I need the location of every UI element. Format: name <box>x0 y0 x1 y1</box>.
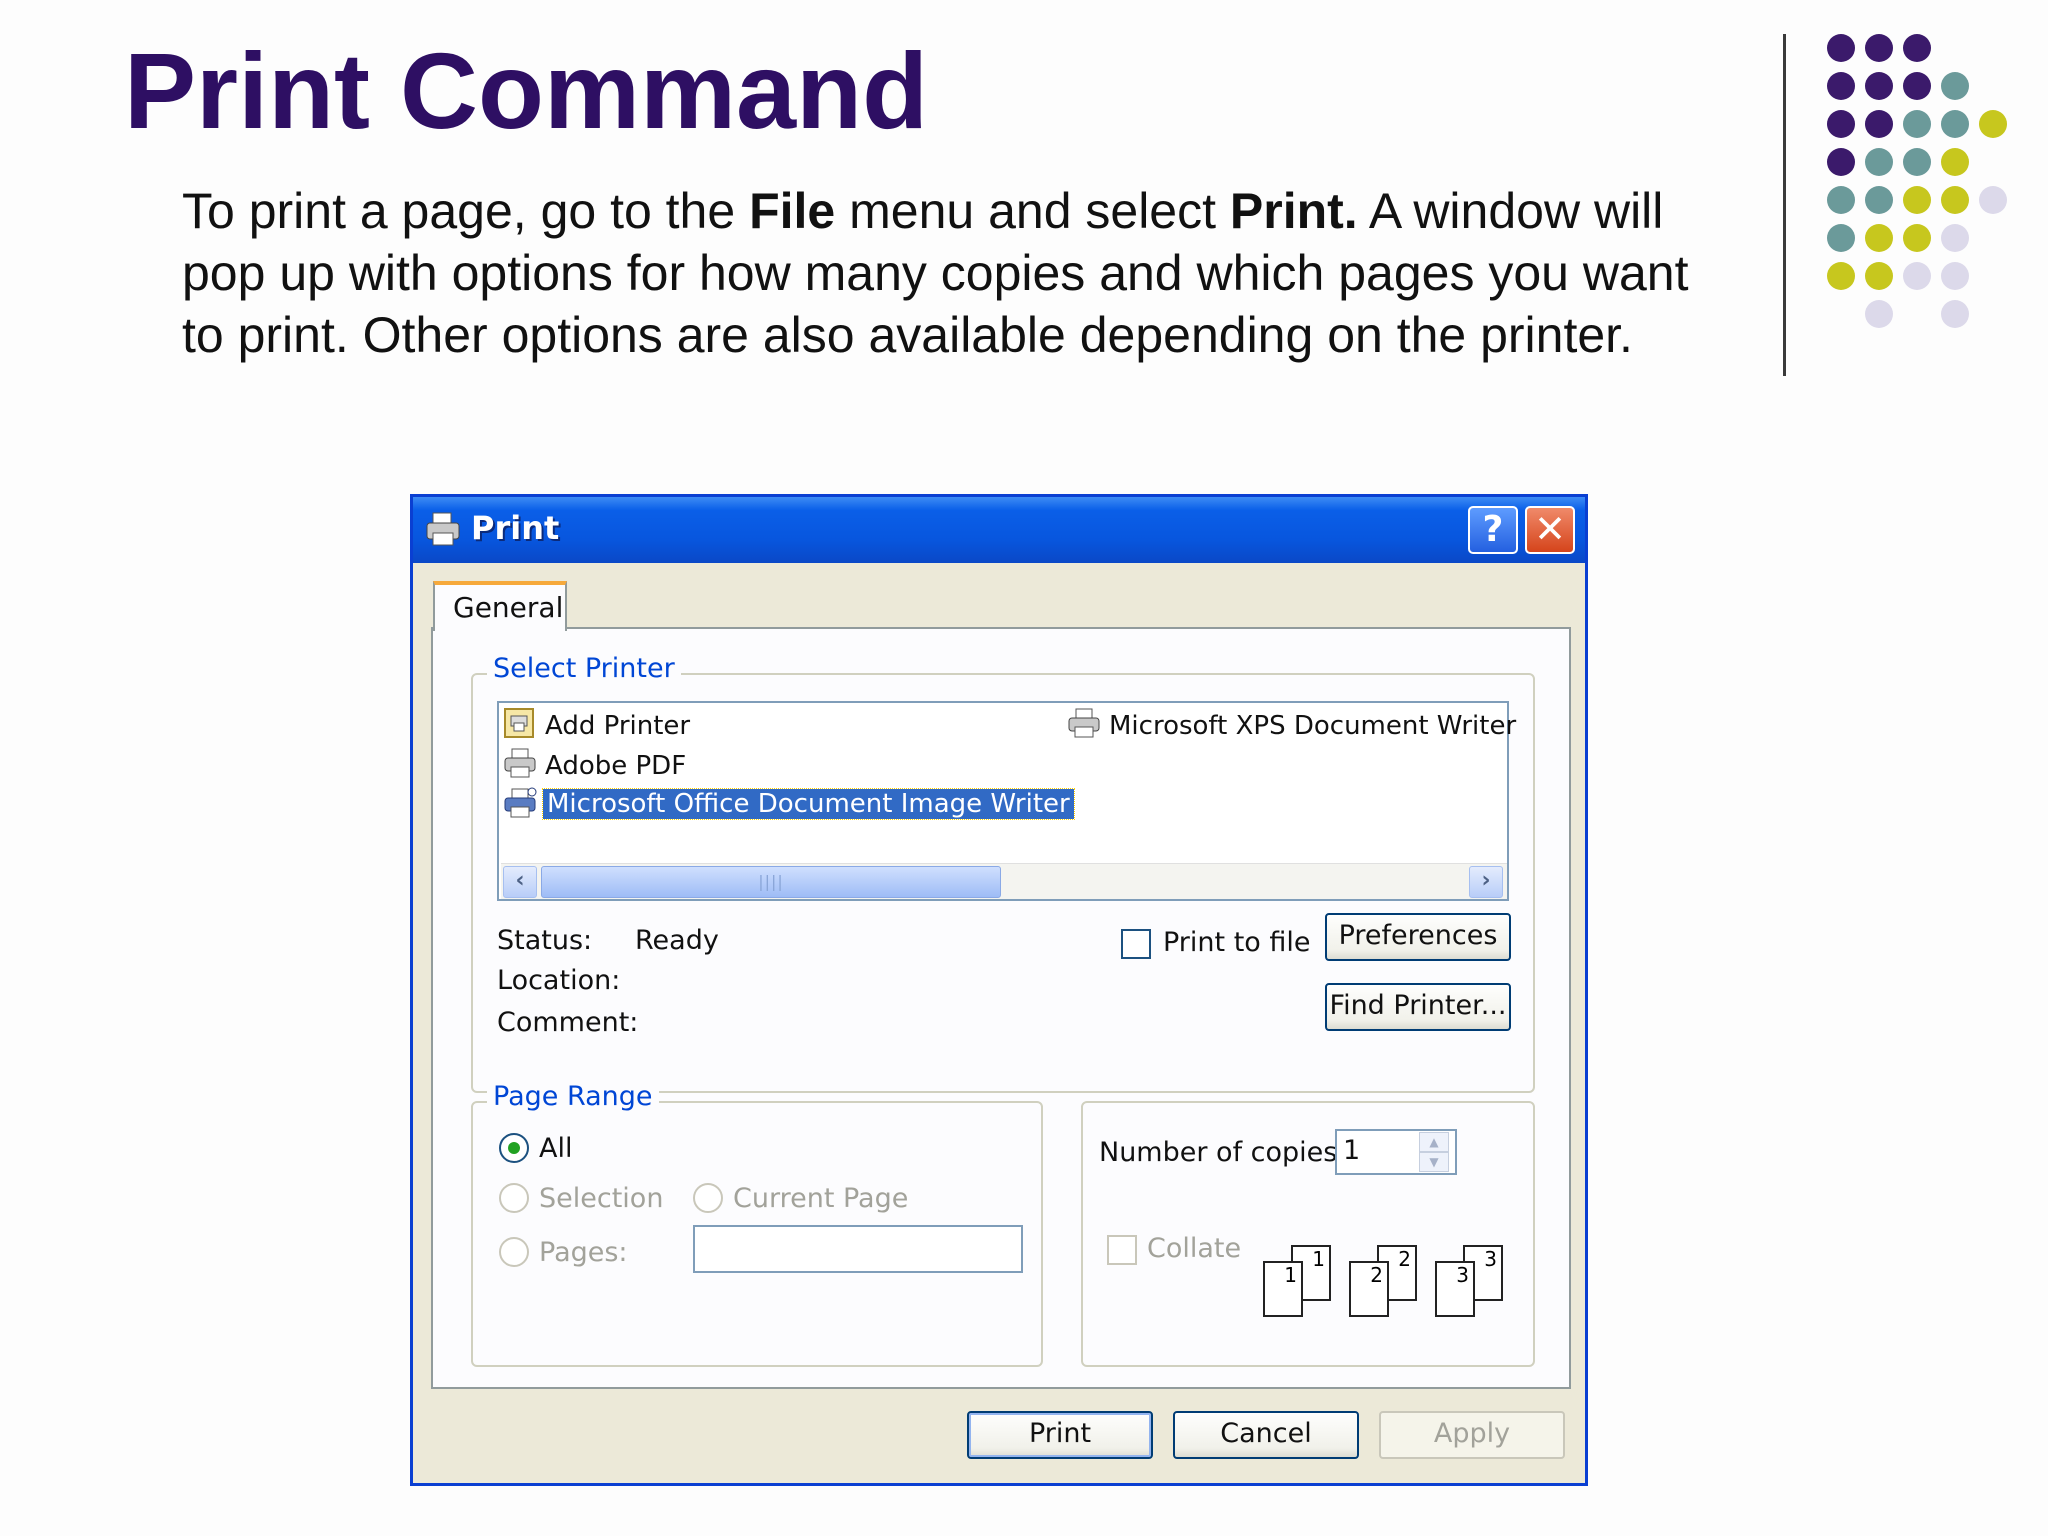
decorative-dot <box>1903 224 1931 252</box>
location-label: Location: <box>497 965 621 996</box>
print-to-file-label: Print to file <box>1163 927 1311 958</box>
printer-item-ms-office-image-writer[interactable]: Microsoft Office Document Image Writer <box>542 788 1075 820</box>
decorative-dot <box>1941 224 1969 252</box>
radio-pages-label: Pages: <box>539 1237 628 1268</box>
printer-list-scrollbar[interactable]: ‹ |||| › <box>501 863 1507 899</box>
tab-panel-general: Select Printer Add Printer Adobe PDF Mic… <box>431 627 1571 1389</box>
comment-label: Comment: <box>497 1007 639 1038</box>
decorative-dot <box>1827 72 1855 100</box>
printer-icon <box>504 787 537 818</box>
decorative-dot <box>1941 186 1969 214</box>
decorative-dot <box>1865 224 1893 252</box>
printer-item-adobe-pdf[interactable]: Adobe PDF <box>545 751 686 781</box>
find-printer-button[interactable]: Find Printer... <box>1325 983 1511 1031</box>
close-button[interactable]: ✕ <box>1525 506 1575 554</box>
decorative-dot <box>1979 186 2007 214</box>
slide-title: Print Command <box>124 30 929 151</box>
status-label: Status: <box>497 925 593 956</box>
apply-button[interactable]: Apply <box>1379 1411 1565 1459</box>
select-printer-group: Select Printer Add Printer Adobe PDF Mic… <box>471 653 1535 1093</box>
help-button[interactable]: ? <box>1468 506 1518 554</box>
tab-general[interactable]: General <box>433 581 567 631</box>
printer-icon <box>426 512 460 546</box>
status-value: Ready <box>635 925 719 956</box>
decorative-dot <box>1903 186 1931 214</box>
collate-label: Collate <box>1147 1233 1242 1264</box>
radio-selection[interactable] <box>499 1183 529 1213</box>
decorative-dot <box>1903 34 1931 62</box>
decorative-dot <box>1865 72 1893 100</box>
dialog-titlebar[interactable]: Print ? ✕ <box>413 497 1585 563</box>
decorative-dot <box>1865 34 1893 62</box>
decorative-dot <box>1865 186 1893 214</box>
radio-current-page-label: Current Page <box>733 1183 909 1214</box>
print-button[interactable]: Print <box>967 1411 1153 1459</box>
copies-value: 1 <box>1343 1135 1361 1166</box>
copies-input[interactable]: 1 ▲ ▼ <box>1335 1129 1457 1175</box>
spin-down-icon[interactable]: ▼ <box>1419 1152 1449 1172</box>
printer-icon <box>1068 708 1100 738</box>
dialog-title: Print <box>471 509 560 547</box>
decorative-dot <box>1827 224 1855 252</box>
decorative-dot <box>1941 262 1969 290</box>
decorative-dot <box>1941 110 1969 138</box>
cancel-button[interactable]: Cancel <box>1173 1411 1359 1459</box>
printer-item-add-printer[interactable]: Add Printer <box>545 711 690 741</box>
decorative-dot <box>1903 148 1931 176</box>
radio-pages[interactable] <box>499 1237 529 1267</box>
decorative-dot <box>1903 72 1931 100</box>
slide-paragraph: To print a page, go to the File menu and… <box>182 183 1689 363</box>
decorative-dot <box>1979 110 2007 138</box>
decorative-dot <box>1865 262 1893 290</box>
scrollbar-thumb[interactable]: |||| <box>541 866 1001 898</box>
collate-page: 2 <box>1349 1261 1389 1317</box>
printer-icon <box>504 748 536 778</box>
collate-checkbox[interactable] <box>1107 1235 1137 1265</box>
decorative-dot <box>1903 262 1931 290</box>
add-printer-icon <box>504 708 534 738</box>
decorative-dot <box>1827 262 1855 290</box>
spin-up-icon[interactable]: ▲ <box>1419 1132 1449 1152</box>
decorative-dot <box>1865 148 1893 176</box>
copies-group: Number of copies: 1 ▲ ▼ Collate 1 1 2 2 … <box>1081 1101 1535 1367</box>
scroll-right-icon[interactable]: › <box>1469 866 1503 898</box>
select-printer-legend: Select Printer <box>487 653 681 684</box>
printer-list[interactable]: Add Printer Adobe PDF Microsoft Office D… <box>497 701 1516 901</box>
print-to-file-checkbox[interactable] <box>1121 929 1151 959</box>
number-of-copies-label: Number of copies: <box>1099 1137 1347 1168</box>
radio-all-label: All <box>539 1133 573 1164</box>
collate-page: 1 <box>1263 1261 1303 1317</box>
decorative-dot <box>1827 148 1855 176</box>
decorative-dot <box>1827 110 1855 138</box>
decorative-dot <box>1941 148 1969 176</box>
decorative-dot <box>1827 34 1855 62</box>
decorative-dot <box>1903 110 1931 138</box>
radio-selection-label: Selection <box>539 1183 664 1214</box>
page-range-group: Page Range All Selection Current Page Pa… <box>471 1081 1043 1367</box>
pages-input[interactable] <box>693 1225 1023 1273</box>
radio-current-page[interactable] <box>693 1183 723 1213</box>
scroll-left-icon[interactable]: ‹ <box>503 866 537 898</box>
print-dialog: Print ? ✕ General Select Printer Add Pri… <box>410 494 1588 1486</box>
preferences-button[interactable]: Preferences <box>1325 913 1511 961</box>
printer-item-ms-xps-writer[interactable]: Microsoft XPS Document Writer <box>1109 711 1516 741</box>
decorative-dot <box>1941 300 1969 328</box>
decorative-dot <box>1827 186 1855 214</box>
decorative-dot <box>1941 72 1969 100</box>
radio-all[interactable] <box>499 1133 529 1163</box>
collate-page: 3 <box>1435 1261 1475 1317</box>
decorative-dot <box>1865 300 1893 328</box>
copies-spinner[interactable]: ▲ ▼ <box>1419 1132 1449 1172</box>
decorative-dot <box>1865 110 1893 138</box>
decorative-divider <box>1783 34 1786 376</box>
page-range-legend: Page Range <box>487 1081 659 1112</box>
